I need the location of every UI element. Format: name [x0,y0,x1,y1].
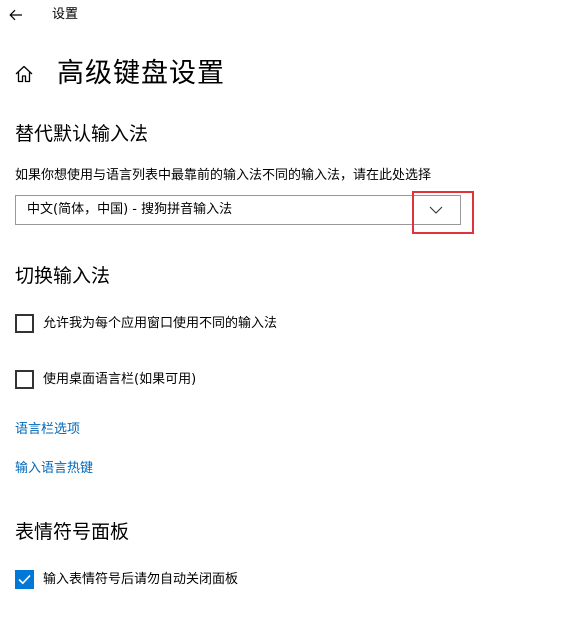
back-button[interactable] [6,4,26,26]
per-app-input-label: 允许我为每个应用窗口使用不同的输入法 [43,315,278,331]
per-app-input-checkbox[interactable] [15,314,34,333]
language-bar-options-link[interactable]: 语言栏选项 [15,422,80,438]
emoji-panel-checkbox[interactable] [15,570,34,589]
checkmark-icon [18,574,31,585]
app-title: 设置 [52,7,79,22]
override-input-description: 如果你想使用与语言列表中最靠前的输入法不同的输入法，请在此处选择 [15,168,432,183]
home-icon[interactable] [14,63,36,85]
page-header: 高级键盘设置 [14,54,225,94]
per-app-input-checkbox-row[interactable]: 允许我为每个应用窗口使用不同的输入法 [15,314,277,333]
dropdown-selected-value: 中文(简体，中国) - 搜狗拼音输入法 [27,202,233,217]
emoji-panel-label: 输入表情符号后请勿自动关闭面板 [43,571,239,587]
desktop-language-bar-label: 使用桌面语言栏(如果可用) [43,371,197,387]
back-arrow-icon [9,9,22,21]
override-input-heading: 替代默认输入法 [15,123,149,145]
input-language-hotkeys-link[interactable]: 输入语言热键 [15,461,93,477]
title-bar: 设置 [0,0,571,32]
desktop-language-bar-checkbox[interactable] [15,370,34,389]
emoji-panel-checkbox-row[interactable]: 输入表情符号后请勿自动关闭面板 [15,570,238,589]
default-input-dropdown[interactable]: 中文(简体，中国) - 搜狗拼音输入法 [15,195,461,225]
switch-input-heading: 切换输入法 [15,265,111,287]
chevron-down-icon[interactable] [418,196,454,224]
page-title: 高级键盘设置 [57,58,225,89]
desktop-language-bar-checkbox-row[interactable]: 使用桌面语言栏(如果可用) [15,370,196,389]
emoji-panel-heading: 表情符号面板 [15,521,130,543]
